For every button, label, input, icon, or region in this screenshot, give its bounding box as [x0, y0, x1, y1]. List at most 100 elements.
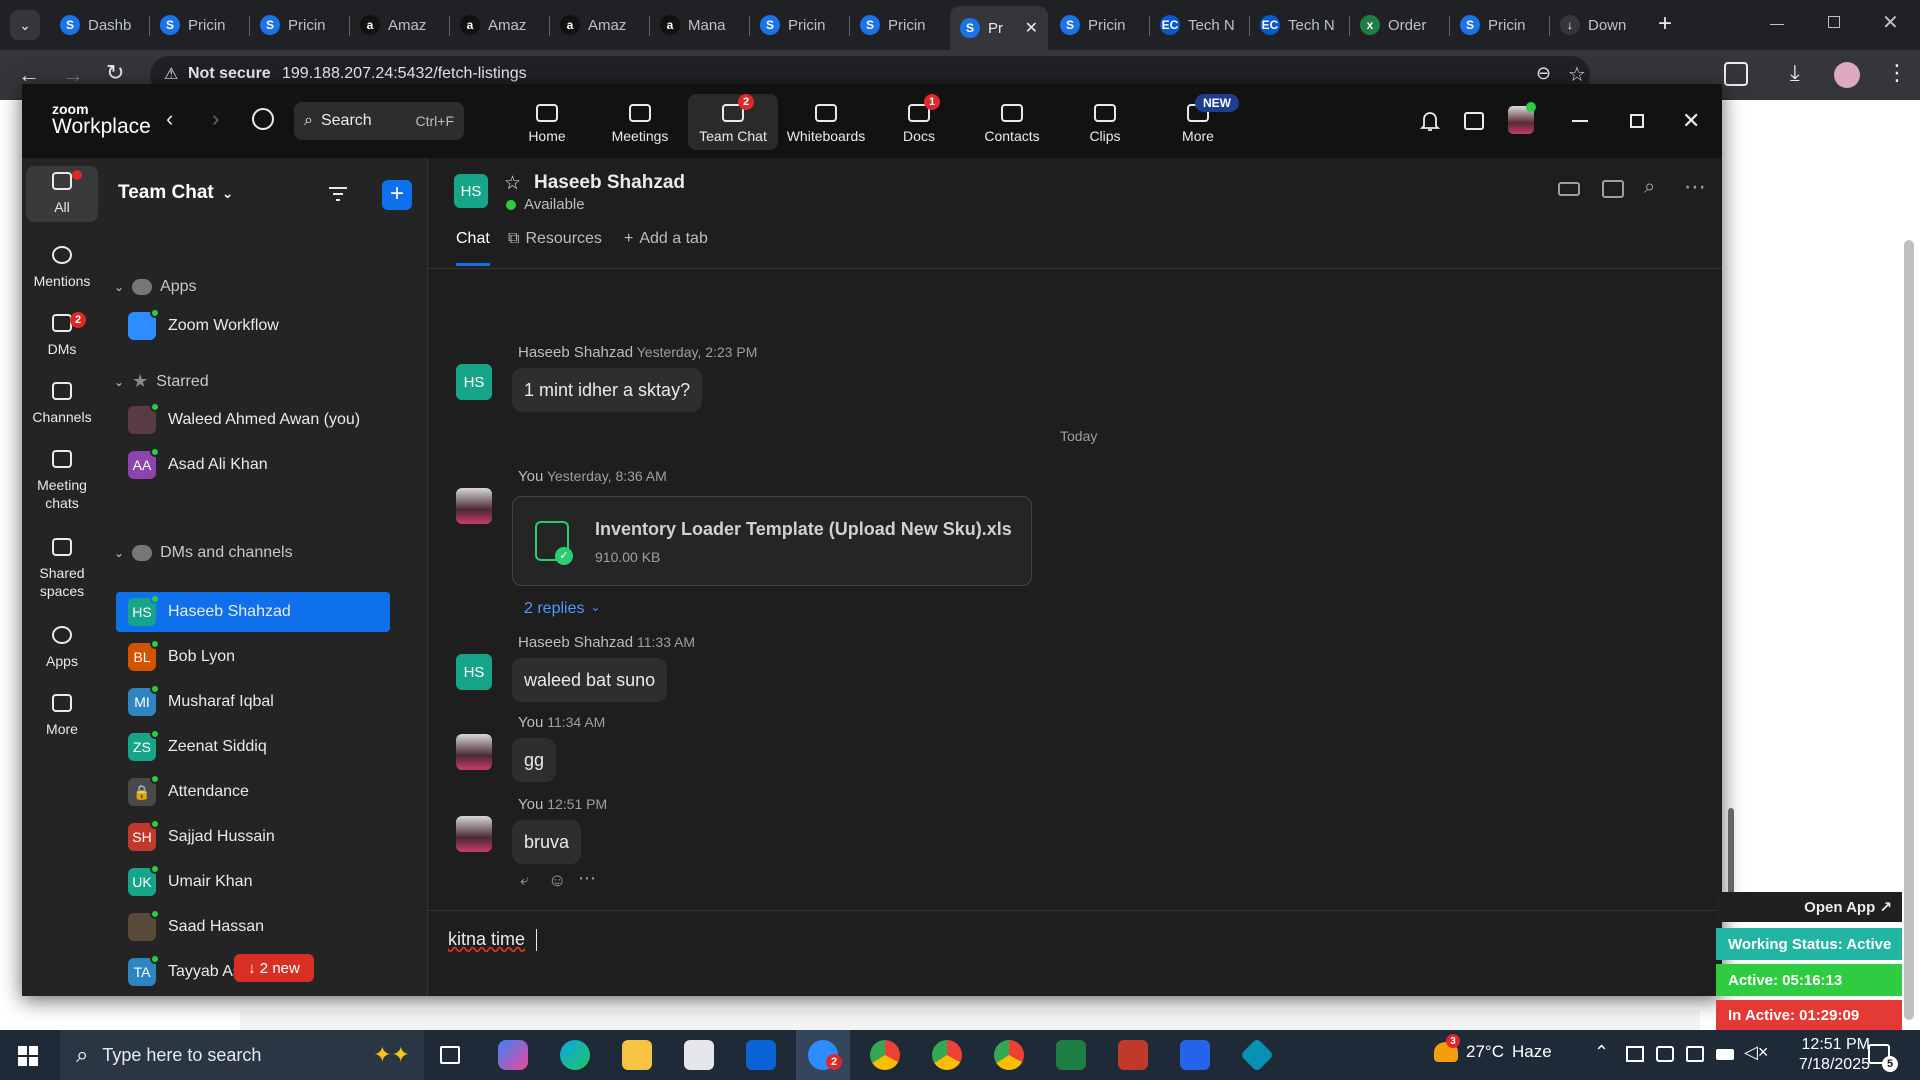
file-name[interactable]: Inventory Loader Template (Upload New Sk… [595, 519, 1012, 540]
message-avatar[interactable] [456, 488, 492, 524]
browser-menu-icon[interactable]: ⋮ [1886, 60, 1908, 86]
channel-list-item[interactable]: SH Sajjad Hussain [116, 817, 390, 857]
reply-icon[interactable]: ⤶ [520, 872, 529, 890]
more-actions-icon[interactable]: ⋯ [578, 868, 596, 889]
edge-icon[interactable] [560, 1040, 590, 1070]
chrome-icon[interactable] [932, 1040, 962, 1070]
message-bubble[interactable]: gg [512, 738, 557, 782]
rail-item-meeting-chats[interactable]: Meeting chats [26, 450, 98, 512]
contact-avatar[interactable]: HS [454, 174, 488, 208]
browser-tab[interactable]: S Pricin [150, 8, 248, 42]
taskbar-clock[interactable]: 12:51 PM 7/18/2025 [1790, 1035, 1870, 1075]
task-view-icon[interactable] [440, 1046, 460, 1064]
tray-meet-icon[interactable] [1656, 1046, 1674, 1062]
zoom-search-box[interactable]: ⌕ Search Ctrl+F [294, 102, 464, 140]
zoom-minimize-icon[interactable] [1572, 120, 1588, 122]
new-tab-button[interactable]: + [1650, 10, 1680, 40]
calendar-app-icon[interactable] [1464, 112, 1484, 130]
filter-icon[interactable] [328, 186, 348, 204]
rail-item-dms[interactable]: 2 DMs [26, 312, 98, 358]
browser-tab[interactable]: EC Tech N [1150, 8, 1248, 42]
zoom-back-icon[interactable]: ‹ [166, 106, 173, 132]
nav-chat[interactable]: Team Chat 2 [688, 94, 778, 150]
windows-start-icon[interactable] [18, 1046, 38, 1066]
zoom-close-icon[interactable]: ✕ [1682, 108, 1700, 134]
tray-chevron-up-icon[interactable]: ⌃ [1594, 1042, 1609, 1063]
file-attachment-card[interactable]: ✓ Inventory Loader Template (Upload New … [512, 496, 1032, 586]
channel-list-item[interactable]: 🔒 Attendance [116, 772, 390, 812]
rail-item-mentions[interactable]: Mentions [26, 246, 98, 290]
taskbar-search-box[interactable]: ⌕ Type here to search ✦✦ [60, 1030, 424, 1080]
tab-close-icon[interactable]: ✕ [1025, 18, 1038, 38]
contact-name[interactable]: Haseeb Shahzad [534, 172, 685, 194]
browser-tab[interactable]: S Pr ✕ [950, 6, 1048, 50]
team-chat-title[interactable]: Team Chat ⌄ [118, 182, 233, 204]
tab-resources[interactable]: ⧉ Resources [508, 230, 602, 248]
browser-tab[interactable]: S Pricin [750, 8, 848, 42]
message-avatar[interactable]: HS [456, 364, 492, 400]
nav-docs[interactable]: Docs 1 [874, 94, 964, 150]
zoom-icon[interactable]: ⊖ [1536, 63, 1551, 84]
section-starred[interactable]: ⌄ ★ Starred [114, 371, 209, 392]
section-dms[interactable]: ⌄ DMs and channels [114, 544, 293, 562]
restore-window-icon[interactable] [1828, 16, 1840, 28]
history-icon[interactable] [252, 108, 274, 130]
tray-volume-icon[interactable]: ◁× [1744, 1042, 1768, 1063]
new-chat-button[interactable]: + [382, 180, 412, 210]
close-window-icon[interactable]: ✕ [1882, 10, 1899, 35]
app-icon[interactable] [1240, 1038, 1274, 1072]
message-bubble[interactable]: 1 mint idher a sktay? [512, 368, 703, 412]
minimize-window-icon[interactable] [1770, 24, 1784, 25]
browser-tab[interactable]: S Pricin [850, 8, 948, 42]
profile-avatar[interactable] [1834, 62, 1860, 88]
rail-item-all[interactable]: All [26, 166, 98, 222]
tray-display-icon[interactable] [1686, 1046, 1704, 1062]
video-call-icon[interactable] [1558, 182, 1580, 196]
tab-chat[interactable]: Chat [456, 230, 490, 266]
tray-battery-icon[interactable] [1716, 1049, 1734, 1060]
tab-search-button[interactable]: ⌄ [10, 10, 40, 40]
new-messages-pill[interactable]: ↓ 2 new [234, 954, 314, 982]
copilot-icon[interactable] [498, 1040, 528, 1070]
weather-widget[interactable]: 3 27°C Haze [1434, 1034, 1552, 1062]
file-explorer-icon[interactable] [622, 1040, 652, 1070]
channel-list-item[interactable]: Waleed Ahmed Awan (you) [116, 400, 390, 440]
browser-tab[interactable]: a Amaz [550, 8, 648, 42]
notifications-icon[interactable]: 5 [1868, 1044, 1898, 1072]
message-bubble[interactable]: bruva [512, 820, 582, 864]
browser-tab[interactable]: a Mana [650, 8, 748, 42]
store-icon[interactable] [684, 1040, 714, 1070]
channel-list-item[interactable]: UK Umair Khan [116, 862, 390, 902]
channel-list-item[interactable]: MI Musharaf Iqbal [116, 682, 390, 722]
compose-input[interactable]: kitna time [428, 911, 1722, 996]
nav-home[interactable]: Home [502, 94, 592, 150]
nav-video[interactable]: Meetings [595, 94, 685, 150]
star-icon[interactable]: ☆ [504, 172, 521, 195]
chrome-icon[interactable] [870, 1040, 900, 1070]
browser-tab[interactable]: S Pricin [1050, 8, 1148, 42]
nav-more[interactable]: More NEW [1153, 94, 1243, 150]
bell-icon[interactable] [1420, 110, 1440, 131]
message-avatar[interactable]: HS [456, 654, 492, 690]
channel-list-item[interactable]: Saad Hassan [116, 907, 390, 947]
channel-list-item[interactable]: HS Haseeb Shahzad [116, 592, 390, 632]
calculator-icon[interactable] [1180, 1040, 1210, 1070]
zoom-taskbar-active[interactable]: 2 [796, 1030, 850, 1080]
add-reaction-icon[interactable]: ☺ [548, 870, 566, 891]
add-tab-button[interactable]: + Add a tab [624, 230, 708, 248]
extensions-icon[interactable] [1724, 62, 1748, 86]
browser-tab[interactable]: EC Tech N [1250, 8, 1348, 42]
section-apps[interactable]: ⌄ Apps [114, 278, 197, 296]
channel-list-item[interactable]: BL Bob Lyon [116, 637, 390, 677]
message-bubble[interactable]: waleed bat suno [512, 658, 668, 702]
reload-icon[interactable]: ↻ [106, 60, 124, 86]
rail-item-more[interactable]: More [26, 694, 98, 738]
browser-tab[interactable]: S Dashb [50, 8, 148, 42]
replies-link[interactable]: 2 replies ⌄ [524, 600, 601, 618]
browser-tab[interactable]: ↓ Down [1550, 8, 1648, 42]
nav-clips[interactable]: Clips [1060, 94, 1150, 150]
browser-tab[interactable]: S Pricin [1450, 8, 1548, 42]
rail-item-apps[interactable]: Apps [26, 626, 98, 670]
browser-tab[interactable]: a Amaz [350, 8, 448, 42]
rail-item-channels[interactable]: Channels [26, 382, 98, 426]
